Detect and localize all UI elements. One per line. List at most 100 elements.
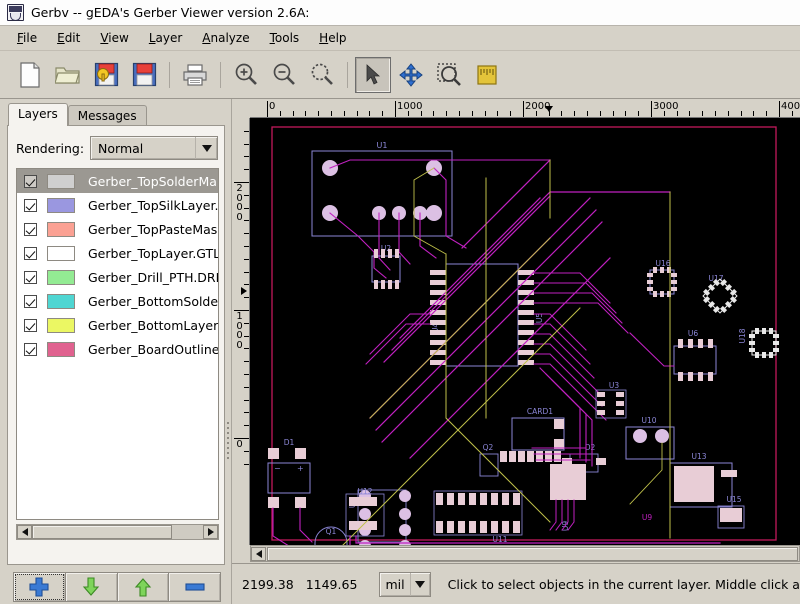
svg-text:U9: U9 bbox=[642, 513, 652, 522]
layer-color-swatch[interactable] bbox=[47, 173, 75, 189]
canvas-scroll-thumb[interactable] bbox=[267, 546, 798, 561]
zoom-out-button[interactable] bbox=[266, 57, 302, 93]
ruler-minor-tick bbox=[305, 111, 307, 116]
layer-name-label: Gerber_TopSolderMa bbox=[88, 173, 217, 189]
svg-text:CARD1: CARD1 bbox=[527, 407, 553, 416]
zoom-region-icon bbox=[436, 63, 461, 86]
layer-color-swatch[interactable] bbox=[47, 197, 75, 213]
layer-row[interactable]: Gerber_BottomLayer. bbox=[17, 313, 218, 337]
layer-row[interactable]: Gerber_Drill_PTH.DRL bbox=[17, 265, 218, 289]
layer-color-swatch[interactable] bbox=[47, 317, 75, 333]
ruler-minor-tick bbox=[244, 386, 249, 388]
menu-file[interactable]: File bbox=[8, 28, 46, 48]
layer-visibility-checkbox[interactable] bbox=[24, 222, 37, 236]
tab-layers[interactable]: Layers bbox=[8, 103, 68, 126]
menu-tools[interactable]: Tools bbox=[261, 28, 309, 48]
zoom-in-icon bbox=[235, 63, 257, 85]
ruler-minor-tick bbox=[244, 297, 249, 299]
layer-list[interactable]: Gerber_TopSolderMa Gerber_TopSilkLayer. Ge… bbox=[16, 168, 219, 520]
layer-row[interactable]: Gerber_BottomSolder bbox=[17, 289, 218, 313]
ruler-minor-tick bbox=[244, 425, 249, 427]
pcb-rendering: U1 U2 D1 − + Q1 U5 U4 CARD1 U16 U17 U18 … bbox=[250, 118, 800, 545]
menu-file-rest: ile bbox=[23, 31, 38, 45]
ruler-minor-tick bbox=[244, 271, 249, 273]
ruler-label: 0 bbox=[236, 439, 243, 450]
layer-row[interactable]: Gerber_BoardOutline. bbox=[17, 337, 218, 361]
pointer-arrow-icon bbox=[366, 63, 381, 85]
main-toolbar bbox=[0, 51, 800, 99]
measure-tool-button[interactable] bbox=[469, 57, 505, 93]
layer-color-swatch[interactable] bbox=[47, 245, 75, 261]
rendering-mode-select[interactable]: Normal bbox=[90, 136, 218, 160]
save-button[interactable] bbox=[126, 57, 162, 93]
remove-layer-button[interactable] bbox=[168, 572, 221, 602]
zoom-in-button[interactable] bbox=[228, 57, 264, 93]
svg-text:+: + bbox=[297, 464, 304, 473]
ruler-minor-tick bbox=[244, 374, 249, 375]
move-layer-up-button[interactable] bbox=[116, 572, 170, 602]
svg-text:U3: U3 bbox=[609, 381, 619, 390]
scroll-right-button[interactable] bbox=[203, 525, 218, 539]
print-button[interactable] bbox=[177, 57, 213, 93]
ruler-minor-tick bbox=[599, 111, 601, 116]
ruler-minor-tick bbox=[244, 220, 249, 222]
ruler-major-tick bbox=[395, 101, 396, 117]
zoom-fit-button[interactable] bbox=[304, 57, 340, 93]
unit-select[interactable]: mil bbox=[379, 571, 431, 597]
sidebar-tabs: Layers Messages bbox=[8, 103, 147, 127]
add-layer-button[interactable] bbox=[13, 572, 66, 602]
tab-messages[interactable]: Messages bbox=[67, 105, 147, 127]
ruler-minor-tick bbox=[244, 322, 249, 324]
vertical-ruler: 2000 1000 0 bbox=[232, 118, 250, 545]
layer-row[interactable]: Gerber_TopLayer.GTL bbox=[17, 241, 218, 265]
save-as-button[interactable] bbox=[88, 57, 124, 93]
open-file-button[interactable] bbox=[50, 57, 86, 93]
layer-visibility-checkbox[interactable] bbox=[24, 294, 37, 308]
layer-row[interactable]: Gerber_TopSolderMa bbox=[17, 169, 218, 193]
triangle-left-icon bbox=[255, 549, 262, 558]
layer-visibility-checkbox[interactable] bbox=[24, 198, 37, 212]
layer-visibility-checkbox[interactable] bbox=[24, 270, 37, 284]
ruler-minor-tick bbox=[382, 111, 384, 116]
unit-dropdown-arrow bbox=[409, 572, 430, 596]
ruler-minor-tick bbox=[766, 111, 768, 116]
printer-icon bbox=[183, 63, 207, 86]
ruler-minor-tick bbox=[689, 111, 691, 116]
menu-layer[interactable]: Layer bbox=[140, 28, 191, 48]
menu-view[interactable]: View bbox=[91, 28, 137, 48]
layer-row[interactable]: Gerber_TopPasteMas bbox=[17, 217, 218, 241]
floppy-save-icon bbox=[132, 62, 156, 87]
new-file-button[interactable] bbox=[12, 57, 48, 93]
layer-visibility-checkbox[interactable] bbox=[24, 318, 37, 332]
canvas-hscrollbar[interactable] bbox=[250, 545, 800, 562]
ruler-minor-tick bbox=[740, 111, 742, 116]
scroll-left-button[interactable] bbox=[17, 525, 32, 539]
scroll-thumb[interactable] bbox=[32, 525, 172, 539]
gerber-canvas[interactable]: U1 U2 D1 − + Q1 U5 U4 CARD1 U16 U17 U18 … bbox=[250, 118, 800, 545]
canvas-scroll-left-button[interactable] bbox=[251, 546, 266, 561]
pan-tool-button[interactable] bbox=[393, 57, 429, 93]
ruler-minor-tick bbox=[561, 111, 563, 116]
layer-visibility-checkbox[interactable] bbox=[24, 174, 37, 188]
layer-visibility-checkbox[interactable] bbox=[24, 342, 37, 356]
toolbar-separator-1 bbox=[169, 61, 170, 88]
panel-resize-grip[interactable] bbox=[226, 419, 230, 479]
layer-color-swatch[interactable] bbox=[47, 221, 75, 237]
layer-color-swatch[interactable] bbox=[47, 293, 75, 309]
layer-list-hscrollbar[interactable] bbox=[16, 524, 219, 540]
layer-color-swatch[interactable] bbox=[47, 269, 75, 285]
layer-visibility-checkbox[interactable] bbox=[24, 246, 37, 260]
pointer-tool-button[interactable] bbox=[355, 56, 391, 93]
ruler-minor-tick bbox=[244, 412, 249, 414]
move-layer-down-button[interactable] bbox=[64, 572, 118, 602]
menu-view-rest: iew bbox=[108, 31, 129, 45]
rendering-dropdown-arrow bbox=[195, 137, 217, 159]
layer-color-swatch[interactable] bbox=[47, 341, 75, 357]
menu-help[interactable]: Help bbox=[310, 28, 355, 48]
layer-row[interactable]: Gerber_TopSilkLayer. bbox=[17, 193, 218, 217]
menu-analyze[interactable]: Analyze bbox=[193, 28, 258, 48]
zoom-region-tool-button[interactable] bbox=[431, 57, 467, 93]
layers-sidebar: Layers Messages Rendering: Normal Gerber… bbox=[0, 99, 232, 604]
menu-edit[interactable]: Edit bbox=[48, 28, 89, 48]
ruler-minor-tick bbox=[244, 463, 249, 465]
